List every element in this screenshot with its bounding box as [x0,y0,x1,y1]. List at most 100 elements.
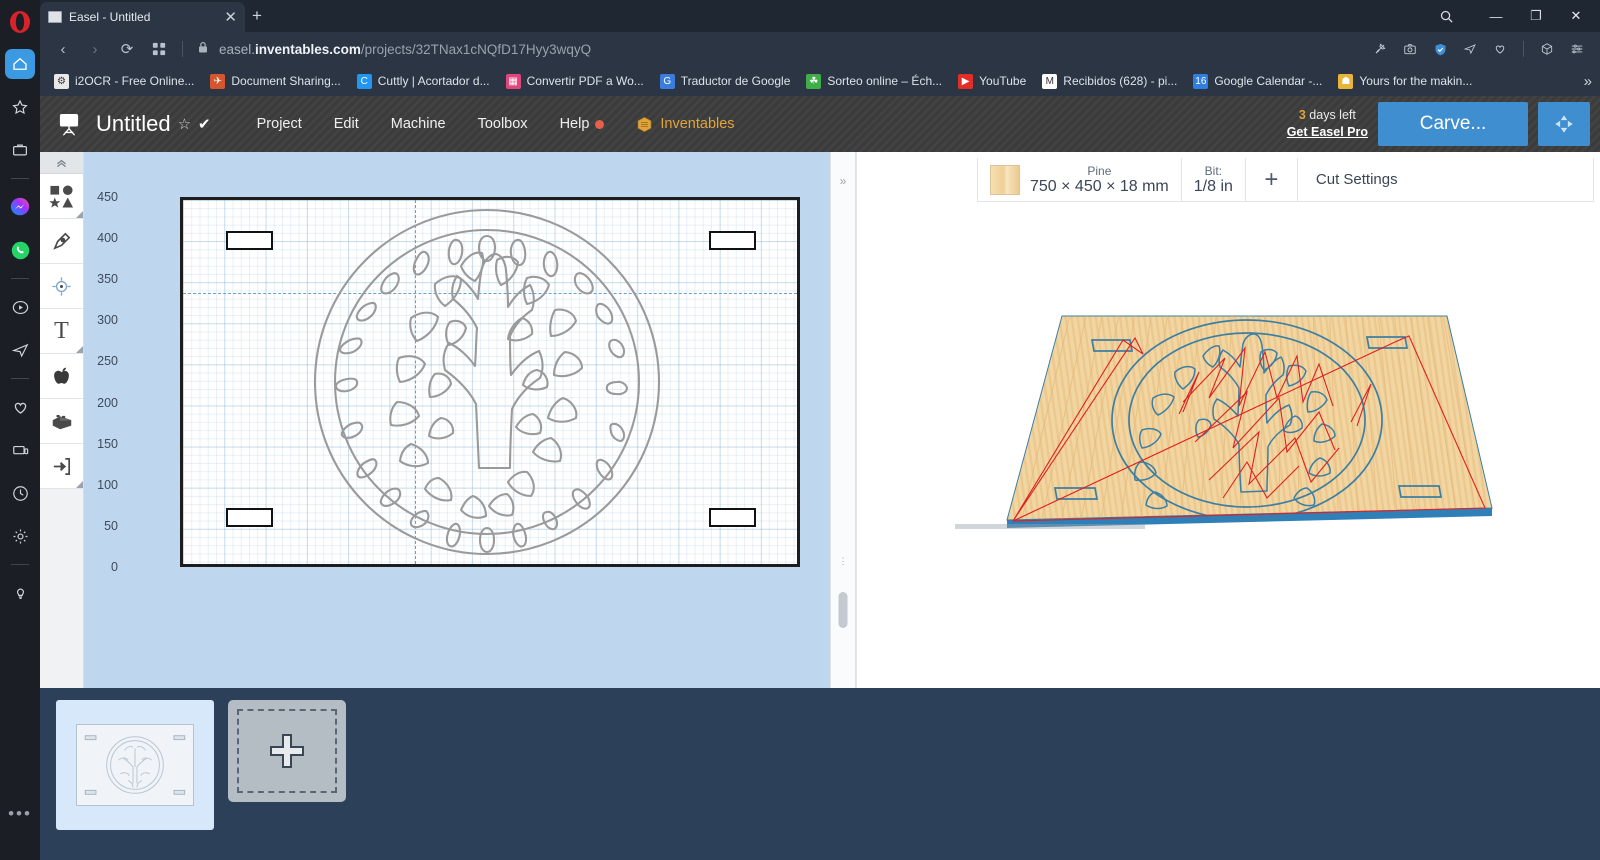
tab-close-icon[interactable]: ✕ [224,10,237,25]
menu-item-project[interactable]: Project [241,106,318,142]
bookmark-favicon-icon: ✈ [210,73,226,89]
menu-item-edit[interactable]: Edit [318,106,375,142]
sidebar-item-flow-device-icon[interactable] [5,435,35,465]
projects-tool[interactable] [40,399,83,444]
get-easel-pro-link[interactable]: Get Easel Pro [1287,124,1368,141]
browser-chrome: Easel - Untitled ✕ + — ❐ ✕ ‹ › ⟳ easel.i… [40,0,1600,96]
sidebar-divider [11,278,29,279]
sidebar-more-button[interactable]: ••• [8,804,32,824]
menu-item-machine[interactable]: Machine [375,106,462,142]
material-board[interactable] [180,197,800,567]
clamp-top-right[interactable] [709,231,756,250]
clamp-top-left[interactable] [226,231,273,250]
sidebar-item-tips-bulb-icon[interactable] [5,578,35,608]
add-to-favorites-heart-icon[interactable] [1487,36,1513,62]
sidebar-item-video-popout-icon[interactable] [5,292,35,322]
shapes-tool[interactable] [40,174,83,219]
snapshot-camera-icon[interactable] [1397,36,1423,62]
bookmark-item[interactable]: G Traductor de Google [652,69,799,93]
pin-page-icon[interactable] [1367,36,1393,62]
bookmark-item[interactable]: C Cuttly | Acortador d... [349,69,498,93]
opera-logo-icon[interactable] [6,8,34,36]
add-bit-button[interactable]: + [1246,158,1298,201]
sidebar-item-messenger-icon[interactable] [5,192,35,222]
new-tab-button[interactable]: + [252,6,262,26]
carve-button[interactable]: Carve... [1378,102,1528,146]
collapse-rail-button[interactable] [40,152,83,174]
center-point-tool[interactable] [40,264,83,309]
expand-preview-chevron-icon[interactable]: » [831,174,855,188]
sidebar-item-settings-gear-icon[interactable] [5,521,35,551]
sidebar-item-pinboard-heart-icon[interactable] [5,392,35,422]
window-maximize-button[interactable]: ❐ [1516,2,1556,30]
workpieces-tray [40,688,1600,860]
sidebar-item-telegram-icon[interactable] [5,335,35,365]
apps-tool[interactable] [40,354,83,399]
bookmark-item[interactable]: ▶ YouTube [950,69,1034,93]
trial-days-left: 3 days left [1298,108,1356,123]
bookmark-item[interactable]: 16 Google Calendar -... [1185,69,1330,93]
window-controls: — ❐ ✕ [1476,2,1596,30]
clamp-bottom-right[interactable] [709,508,756,527]
inventables-label: Inventables [660,116,735,132]
vpn-shield-icon[interactable] [1427,36,1453,62]
page-title[interactable]: Untitled [96,111,171,137]
bookmark-label: Cuttly | Acortador d... [377,74,490,88]
forward-button[interactable]: › [80,35,110,63]
add-workpiece-button[interactable] [228,700,346,802]
splitter-dots-icon: ⋮ [838,556,848,566]
bookmark-item[interactable]: ☗ Yours for the makin... [1330,69,1480,93]
tab-grid-icon[interactable] [144,35,174,63]
cut-settings-button[interactable]: Cut Settings [1298,158,1416,201]
tree-of-life-design[interactable] [311,206,663,558]
easy-setup-sliders-icon[interactable] [1564,36,1590,62]
inventables-logo-icon [636,116,653,133]
bit-selector[interactable]: Bit: 1/8 in [1182,158,1246,201]
address-bar[interactable]: easel.inventables.com/projects/32TNax1cN… [191,41,1365,57]
browser-tab[interactable]: Easel - Untitled ✕ [40,2,245,32]
menu-item-label: Project [256,116,302,132]
opera-sidebar: ••• [0,0,40,860]
cube-3d-icon[interactable] [1534,36,1560,62]
send-to-device-icon[interactable] [1457,36,1483,62]
bookmark-item[interactable]: ▦ Convertir PDF a Wo... [498,69,652,93]
window-close-button[interactable]: ✕ [1556,2,1596,30]
favorite-star-icon[interactable]: ☆ [178,115,191,133]
sidebar-item-home[interactable] [5,49,35,79]
search-icon[interactable] [1432,3,1460,29]
url-text: easel.inventables.com/projects/32TNax1cN… [219,41,592,57]
sidebar-item-history-clock-icon[interactable] [5,478,35,508]
bookmark-label: Recibidos (628) - pi... [1063,74,1178,88]
bookmark-item[interactable]: M Recibidos (628) - pi... [1034,69,1185,93]
bookmark-item[interactable]: ✈ Document Sharing... [202,69,348,93]
sidebar-item-whatsapp-icon[interactable] [5,235,35,265]
sidebar-item-workspaces-briefcase-icon[interactable] [5,135,35,165]
pen-tool[interactable] [40,219,83,264]
y-axis-tick-label: 250 [97,354,118,369]
tool-has-submenu-indicator [76,211,83,218]
reload-button[interactable]: ⟳ [112,35,142,63]
menu-item-label: Help [559,116,590,132]
y-axis-tick-label: 200 [97,395,118,410]
carve-preview-3d[interactable] [947,302,1507,532]
pan-arrows-icon[interactable] [1538,102,1590,146]
material-selector[interactable]: Pine 750 × 450 × 18 mm [978,158,1182,201]
material-name: Pine [1087,163,1112,178]
bookmarks-overflow-button[interactable]: » [1584,73,1592,90]
workpiece-thumbnail-1[interactable] [56,700,214,830]
import-tool[interactable] [40,444,83,489]
inventables-link[interactable]: Inventables [636,116,735,133]
window-minimize-button[interactable]: — [1476,2,1516,30]
toolbar-right-icons [1367,36,1592,62]
clamp-bottom-left[interactable] [226,508,273,527]
text-tool[interactable]: T [40,309,83,354]
bookmark-favicon-icon: ☗ [1338,73,1354,89]
bookmark-item[interactable]: ☘ Sorteo online – Éch... [798,69,950,93]
splitter-grip-handle[interactable] [838,592,848,628]
bookmark-item[interactable]: ⚙ i2OCR - Free Online... [46,69,202,93]
back-button[interactable]: ‹ [48,35,78,63]
bookmark-favicon-icon: ▶ [958,73,974,89]
sidebar-item-favorites-star-icon[interactable] [5,92,35,122]
menu-item-help[interactable]: Help [544,106,621,142]
menu-item-toolbox[interactable]: Toolbox [462,106,544,142]
